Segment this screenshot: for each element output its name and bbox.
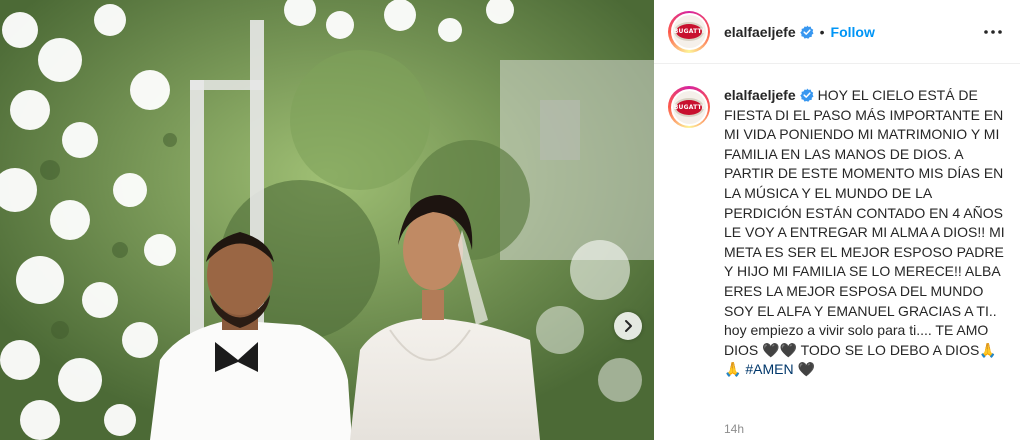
more-options-button[interactable] — [982, 22, 1004, 42]
post-header: BUGATTI elalfaeljefe • Follow — [654, 0, 1020, 64]
avatar[interactable]: BUGATTI — [668, 10, 710, 53]
post-timestamp[interactable]: 14h — [724, 422, 744, 436]
chevron-right-icon — [625, 320, 632, 332]
next-photo-button[interactable] — [614, 312, 642, 340]
bugatti-logo-icon: BUGATTI — [672, 90, 706, 124]
caption-text: HOY EL CIELO ESTÁ DE FIESTA DI EL PASO M… — [724, 87, 1005, 378]
avatar[interactable]: BUGATTI — [668, 86, 710, 128]
bugatti-logo-icon: BUGATTI — [672, 15, 706, 48]
caption: elalfaeljefe HOY EL CIELO ESTÁ DE FIESTA… — [724, 86, 1013, 380]
separator-dot: • — [819, 23, 825, 40]
verified-badge-icon — [799, 88, 814, 102]
header-username[interactable]: elalfaeljefe — [724, 24, 796, 40]
caption-comment: BUGATTI elalfaeljefe HOY EL CIELO ESTÁ D… — [668, 86, 1013, 380]
hashtag-link[interactable]: #AMEN — [745, 361, 793, 377]
follow-button[interactable]: Follow — [831, 24, 875, 40]
wedding-photo — [0, 0, 654, 440]
verified-badge-icon — [799, 25, 814, 39]
caption-username[interactable]: elalfaeljefe — [724, 87, 796, 103]
more-options-icon — [984, 30, 1002, 34]
avatar-badge: BUGATTI — [674, 97, 704, 117]
post-photo — [0, 0, 654, 440]
avatar-badge: BUGATTI — [674, 22, 704, 41]
post-sidebar: BUGATTI elalfaeljefe • Follow BUGATTI el… — [654, 0, 1020, 440]
caption-end: 🖤 — [793, 361, 815, 378]
